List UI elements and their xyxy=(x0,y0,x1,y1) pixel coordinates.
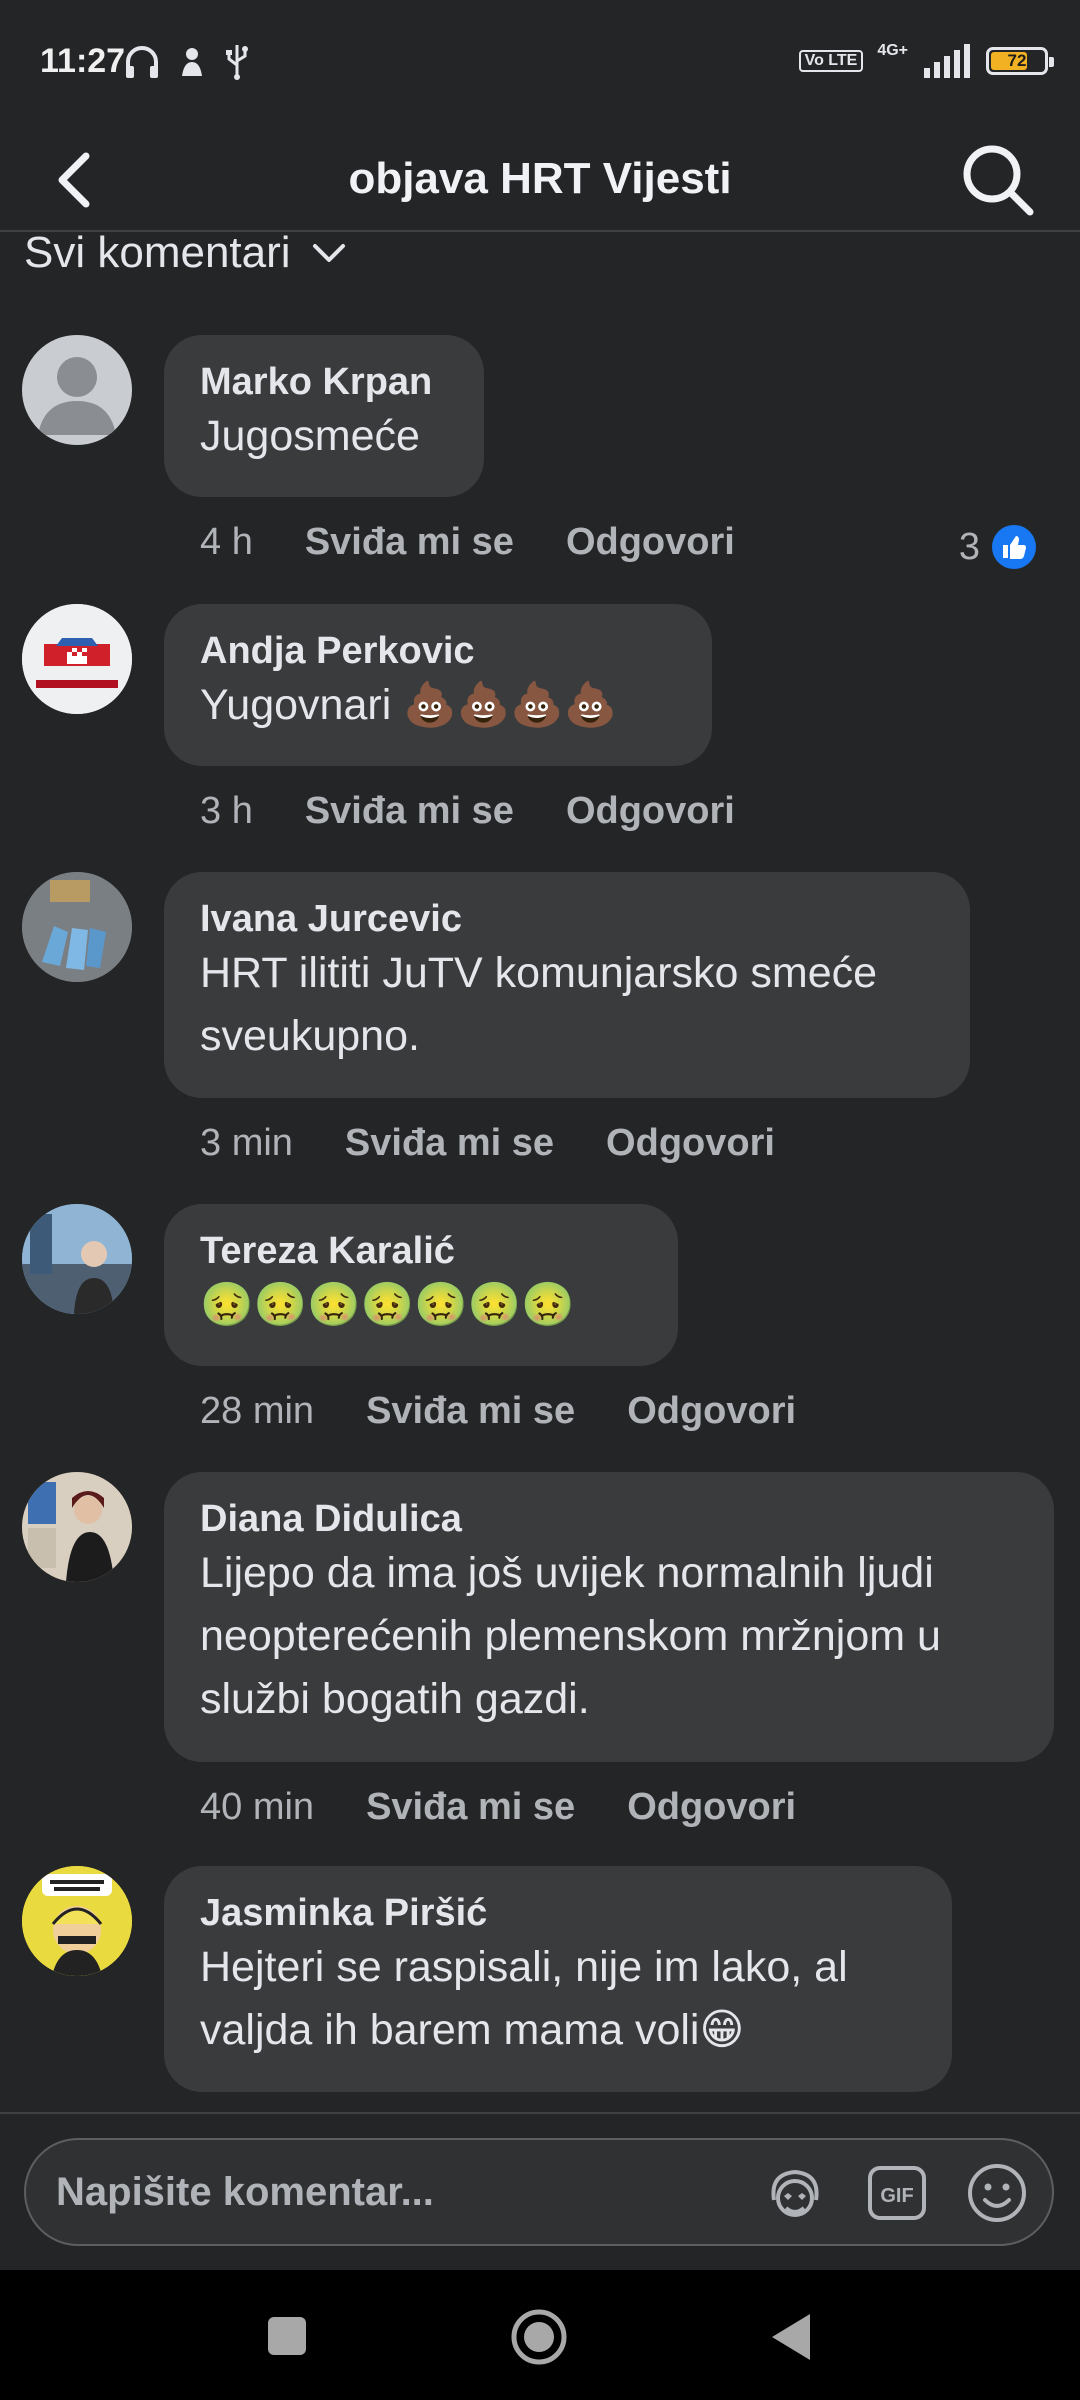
comment-time[interactable]: 3 min xyxy=(200,1122,293,1165)
comment-author[interactable]: Jasminka Piršić xyxy=(200,1890,916,1936)
comment-actions: 4 h Sviđa mi se Odgovori xyxy=(200,521,735,564)
reaction-count-number: 3 xyxy=(958,525,980,568)
comment-composer-bar: Napišite komentar... GIF xyxy=(0,2112,1080,2272)
like-button[interactable]: Sviđa mi se xyxy=(366,1390,575,1433)
comment-time[interactable]: 28 min xyxy=(200,1390,314,1433)
comment-text: HRT ilititi JuTV komunjarsko smeće sveuk… xyxy=(200,949,878,1060)
filter-label: Svi komentari xyxy=(24,228,291,277)
default-avatar-icon xyxy=(38,357,116,435)
comment-text: Lijepo da ima još uvijek normalnih ljudi… xyxy=(200,1549,941,1723)
comment-bubble[interactable]: Jasminka Piršić Hejteri se raspisali, ni… xyxy=(164,1866,952,2092)
reply-button[interactable]: Odgovori xyxy=(627,1390,796,1433)
like-button[interactable]: Sviđa mi se xyxy=(345,1122,554,1165)
battery-indicator: 72 xyxy=(986,47,1054,75)
search-button[interactable] xyxy=(956,138,1040,222)
profile-photo xyxy=(22,1472,132,1582)
usb-icon xyxy=(226,45,248,80)
page-title: objava HRT Vijesti xyxy=(348,154,732,203)
avatar-sticker-button[interactable] xyxy=(760,2158,830,2228)
comment-bubble[interactable]: Andja Perkovic Yugovnari 💩💩💩💩 xyxy=(164,604,712,766)
avatar[interactable] xyxy=(22,872,132,982)
profile-photo xyxy=(22,872,132,982)
comment-bubble[interactable]: Ivana Jurcevic HRT ilititi JuTV komunjar… xyxy=(164,872,970,1098)
reply-button[interactable]: Odgovori xyxy=(566,790,735,833)
comment-time[interactable]: 40 min xyxy=(200,1786,314,1829)
network-type: 4G+ xyxy=(877,42,908,59)
gif-button[interactable]: GIF xyxy=(862,2158,932,2228)
comment-text: Yugovnari 💩💩💩💩 xyxy=(200,681,618,729)
avatar[interactable] xyxy=(22,1204,132,1314)
svg-text:GIF: GIF xyxy=(880,2185,913,2207)
comment-author[interactable]: Ivana Jurcevic xyxy=(200,896,934,942)
reaction-count[interactable]: 3 xyxy=(959,525,1036,569)
reply-button[interactable]: Odgovori xyxy=(566,521,735,564)
comment-bubble[interactable]: Tereza Karalić 🤢🤢🤢🤢🤢🤢🤢 xyxy=(164,1204,678,1366)
comment-text: Jugosmeće xyxy=(200,412,420,460)
status-notification-icons xyxy=(122,42,252,82)
like-button[interactable]: Sviđa mi se xyxy=(305,521,514,564)
headphones-icon xyxy=(126,46,158,78)
avatar[interactable] xyxy=(22,1866,132,1976)
comment-author[interactable]: Marko Krpan xyxy=(200,359,448,405)
avatar[interactable] xyxy=(22,604,132,714)
like-reaction-icon xyxy=(992,525,1036,569)
status-bar: 11:27 Vo LTE 4G+ 72 xyxy=(0,0,1080,130)
comment-bubble[interactable]: Diana Didulica Lijepo da ima još uvijek … xyxy=(164,1472,1054,1762)
emoji-button[interactable] xyxy=(962,2158,1032,2228)
signal-icon xyxy=(924,44,970,78)
app-header: objava HRT Vijesti xyxy=(0,130,1080,232)
status-time: 11:27 xyxy=(40,42,126,80)
like-button[interactable]: Sviđa mi se xyxy=(305,790,514,833)
smiley-icon xyxy=(968,2164,1026,2222)
avatar[interactable] xyxy=(22,335,132,445)
comment-actions: 40 min Sviđa mi se Odgovori xyxy=(200,1786,796,1829)
status-system-icons: Vo LTE 4G+ 72 xyxy=(798,42,1054,78)
comment-actions: 3 h Sviđa mi se Odgovori xyxy=(200,790,735,833)
thumbs-up-icon xyxy=(1003,536,1026,559)
profile-photo xyxy=(22,1204,132,1314)
comment-author[interactable]: Diana Didulica xyxy=(200,1496,1018,1542)
battery-tip xyxy=(1049,57,1054,67)
comment-time[interactable]: 3 h xyxy=(200,790,253,833)
reply-button[interactable]: Odgovori xyxy=(606,1122,775,1165)
avatar-sticker-icon xyxy=(771,2169,819,2217)
home-button[interactable] xyxy=(510,2308,568,2366)
comment-input[interactable]: Napišite komentar... GIF xyxy=(24,2138,1054,2246)
comment-actions: 3 min Sviđa mi se Odgovori xyxy=(200,1122,775,1165)
reply-button[interactable]: Odgovori xyxy=(627,1786,796,1829)
comment-text: Hejteri se raspisali, nije im lako, al v… xyxy=(200,1943,848,2054)
search-icon xyxy=(963,145,1034,216)
comment-time[interactable]: 4 h xyxy=(200,521,253,564)
comment-text: 🤢🤢🤢🤢🤢🤢🤢 xyxy=(200,1281,575,1329)
volte-indicator: Vo LTE xyxy=(798,50,864,72)
like-button[interactable]: Sviđa mi se xyxy=(366,1786,575,1829)
comment-author[interactable]: Tereza Karalić xyxy=(200,1228,642,1274)
chevron-down-icon xyxy=(312,244,345,262)
comment-author[interactable]: Andja Perkovic xyxy=(200,628,676,674)
profile-photo xyxy=(22,604,132,714)
battery-level-text: 72 xyxy=(1007,51,1027,70)
comment-bubble[interactable]: Marko Krpan Jugosmeće xyxy=(164,335,484,497)
app-notification-icon xyxy=(182,48,202,76)
recent-apps-button[interactable] xyxy=(266,2315,308,2357)
profile-photo xyxy=(22,1866,132,1976)
comment-input-placeholder: Napišite komentar... xyxy=(56,2170,434,2214)
system-navigation-bar xyxy=(0,2270,1080,2400)
comment-filter-dropdown[interactable]: Svi komentari xyxy=(24,228,349,278)
back-nav-button[interactable] xyxy=(768,2312,814,2362)
comment-actions: 28 min Sviđa mi se Odgovori xyxy=(200,1390,796,1433)
avatar[interactable] xyxy=(22,1472,132,1582)
gif-icon: GIF xyxy=(868,2166,926,2220)
